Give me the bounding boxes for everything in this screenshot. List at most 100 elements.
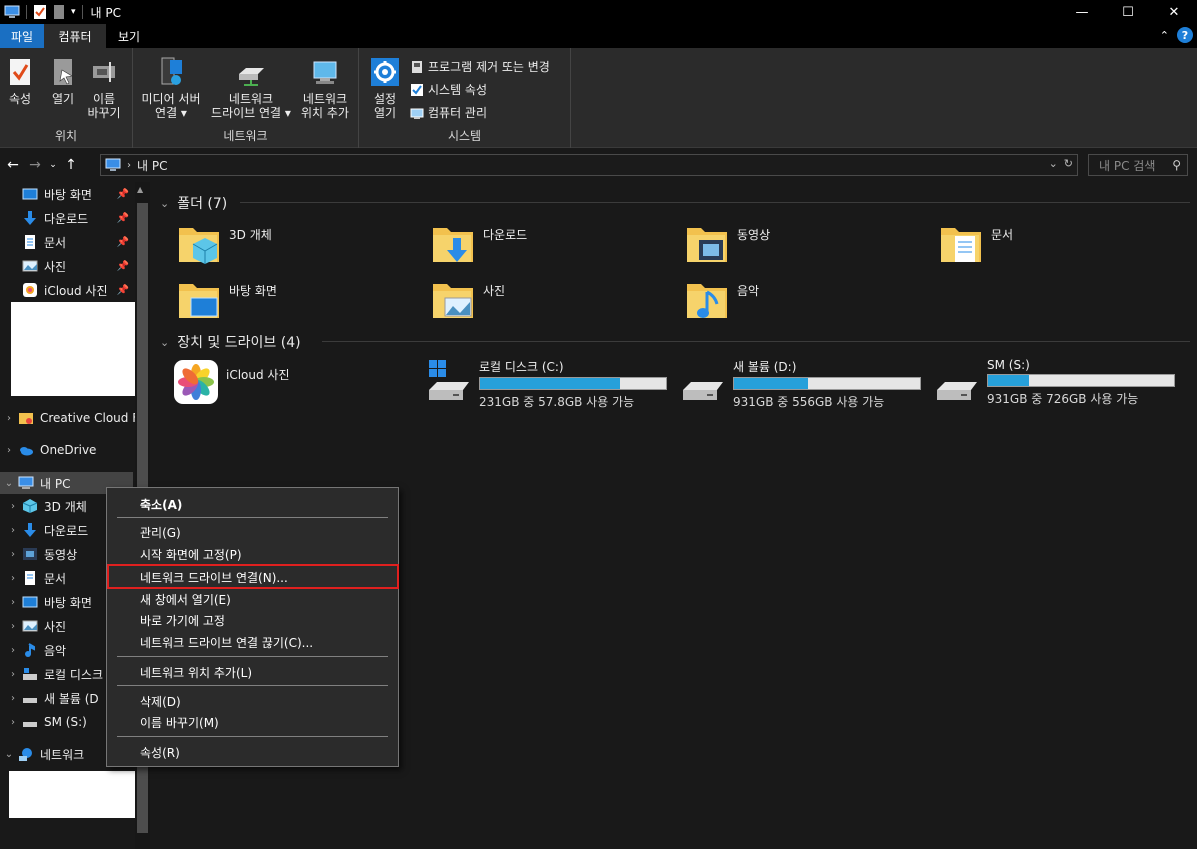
- search-input[interactable]: 내 PC 검색 ⚲: [1088, 154, 1188, 176]
- media-server-icon: [161, 57, 182, 85]
- menu-item-pin-to-start[interactable]: 시작 화면에 고정(P): [140, 546, 242, 563]
- pin-icon[interactable]: 📌: [117, 213, 129, 224]
- drive-new-volume-d[interactable]: 새 볼륨 (D:) 931GB 중 556GB 사용 가능: [681, 358, 921, 410]
- media-server-button[interactable]: 미디어 서버 연결 ▾: [138, 56, 204, 120]
- breadcrumb-separator-icon[interactable]: ›: [127, 160, 131, 171]
- nav-item-3d-objects[interactable]: › 3D 개체: [8, 495, 87, 517]
- up-button[interactable]: ↑: [60, 157, 82, 173]
- folder-3d-objects[interactable]: 3D 개체: [177, 222, 272, 266]
- nav-item-downloads[interactable]: 다운로드 📌: [18, 207, 133, 229]
- address-bar[interactable]: › 내 PC ⌄ ↻: [100, 154, 1078, 176]
- folders-section-header[interactable]: ⌄ 폴더 (7): [160, 193, 227, 213]
- document-icon: [25, 571, 35, 585]
- menu-item-open-new-window[interactable]: 새 창에서 열기(E): [140, 591, 231, 608]
- tab-computer[interactable]: 컴퓨터: [44, 24, 106, 48]
- collapse-chevron-icon[interactable]: ⌄: [4, 749, 14, 760]
- menu-item-add-network-location[interactable]: 네트워크 위치 추가(L): [140, 664, 252, 681]
- nav-item-pc-documents[interactable]: › 문서: [8, 567, 66, 589]
- expand-chevron-icon[interactable]: ›: [4, 445, 14, 456]
- nav-item-desktop[interactable]: 바탕 화면 📌: [18, 183, 133, 205]
- nav-item-this-pc[interactable]: ⌄ 내 PC: [4, 472, 70, 494]
- menu-item-delete[interactable]: 삭제(D): [140, 693, 181, 710]
- expand-chevron-icon[interactable]: ›: [8, 645, 18, 656]
- collapse-chevron-icon[interactable]: ⌄: [160, 336, 169, 349]
- system-properties-button[interactable]: 시스템 속성: [410, 81, 487, 98]
- expand-chevron-icon[interactable]: ›: [8, 717, 18, 728]
- folder-downloads[interactable]: 다운로드: [431, 222, 527, 266]
- nav-item-videos[interactable]: › 동영상: [8, 543, 77, 565]
- open-button[interactable]: 열기: [47, 56, 79, 106]
- expand-chevron-icon[interactable]: ›: [8, 525, 18, 536]
- nav-item-creative-cloud[interactable]: › Creative Cloud Fil: [4, 407, 145, 429]
- folder-music[interactable]: 음악: [685, 278, 759, 322]
- menu-item-rename[interactable]: 이름 바꾸기(M): [140, 714, 219, 731]
- tab-view[interactable]: 보기: [106, 24, 152, 48]
- menu-item-collapse[interactable]: 축소(A): [140, 496, 182, 513]
- expand-chevron-icon[interactable]: ›: [8, 501, 18, 512]
- open-settings-button[interactable]: 설정 열기: [367, 56, 403, 120]
- pin-icon[interactable]: 📌: [117, 189, 129, 200]
- computer-management-button[interactable]: 컴퓨터 관리: [410, 104, 487, 121]
- properties-button[interactable]: 속성: [4, 56, 36, 106]
- drive-local-c[interactable]: 로컬 디스크 (C:) 231GB 중 57.8GB 사용 가능: [427, 358, 667, 410]
- map-network-drive-button[interactable]: 네트워크 드라이브 연결 ▾: [207, 56, 295, 120]
- drives-section-header[interactable]: ⌄ 장치 및 드라이브 (4): [160, 332, 301, 352]
- pin-icon[interactable]: 📌: [117, 285, 129, 296]
- expand-chevron-icon[interactable]: ›: [8, 573, 18, 584]
- folder-pictures[interactable]: 사진: [431, 278, 505, 322]
- collapse-ribbon-icon[interactable]: ⌃: [1160, 29, 1169, 42]
- recent-locations-chevron-icon[interactable]: ⌄: [46, 160, 60, 170]
- menu-item-disconnect-network-drive[interactable]: 네트워크 드라이브 연결 끊기(C)...: [140, 634, 313, 651]
- nav-item-icloud-photos[interactable]: iCloud 사진 📌: [18, 279, 133, 301]
- address-dropdown-chevron-icon[interactable]: ⌄: [1049, 157, 1058, 170]
- folder-videos[interactable]: 동영상: [685, 222, 770, 266]
- collapse-chevron-icon[interactable]: ⌄: [160, 197, 169, 210]
- nav-item-sm-drive[interactable]: › SM (S:): [8, 711, 87, 733]
- pin-icon[interactable]: 📌: [117, 237, 129, 248]
- expand-chevron-icon[interactable]: ›: [8, 597, 18, 608]
- nav-item-new-volume[interactable]: › 새 볼륨 (D: [8, 687, 99, 709]
- nav-item-pc-pictures[interactable]: › 사진: [8, 615, 66, 637]
- separator: [26, 5, 27, 19]
- properties-qa-icon[interactable]: [33, 4, 47, 20]
- nav-item-music[interactable]: › 음악: [8, 639, 66, 661]
- expand-chevron-icon[interactable]: ›: [4, 413, 14, 424]
- rename-button[interactable]: 이름 바꾸기: [86, 56, 122, 120]
- pin-icon[interactable]: 📌: [117, 261, 129, 272]
- customize-qa-chevron-icon[interactable]: ▾: [71, 7, 76, 17]
- nav-item-local-disk[interactable]: › 로컬 디스크: [8, 663, 103, 685]
- menu-item-manage[interactable]: 관리(G): [140, 524, 181, 541]
- drive-sm-s[interactable]: SM (S:) 931GB 중 726GB 사용 가능: [935, 358, 1175, 407]
- breadcrumb-this-pc[interactable]: 내 PC: [137, 157, 167, 174]
- forward-button[interactable]: →: [24, 157, 46, 173]
- nav-item-pc-desktop[interactable]: › 바탕 화면: [8, 591, 92, 613]
- nav-item-network[interactable]: ⌄ 네트워크: [4, 743, 84, 765]
- expand-chevron-icon[interactable]: ›: [8, 621, 18, 632]
- nav-item-pc-downloads[interactable]: › 다운로드: [8, 519, 88, 541]
- maximize-button[interactable]: ☐: [1105, 0, 1151, 24]
- close-button[interactable]: ✕: [1151, 0, 1197, 24]
- device-icloud-photos[interactable]: iCloud 사진: [174, 360, 290, 404]
- add-network-location-button[interactable]: 네트워크 위치 추가: [297, 56, 353, 120]
- folder-desktop[interactable]: 바탕 화면: [177, 278, 277, 322]
- nav-item-onedrive[interactable]: › OneDrive: [4, 439, 96, 461]
- folder-documents[interactable]: 문서: [939, 222, 1013, 266]
- nav-item-documents[interactable]: 문서 📌: [18, 231, 133, 253]
- properties-label: 속성: [8, 92, 32, 106]
- collapse-chevron-icon[interactable]: ⌄: [4, 478, 14, 489]
- refresh-icon[interactable]: ↻: [1064, 157, 1073, 170]
- back-button[interactable]: ←: [2, 157, 24, 173]
- expand-chevron-icon[interactable]: ›: [8, 549, 18, 560]
- minimize-button[interactable]: —: [1059, 0, 1105, 24]
- new-folder-qa-icon[interactable]: [53, 4, 65, 20]
- expand-chevron-icon[interactable]: ›: [8, 669, 18, 680]
- nav-item-pictures[interactable]: 사진 📌: [18, 255, 133, 277]
- scroll-up-arrow-icon[interactable]: ▲: [137, 185, 143, 194]
- menu-item-map-network-drive[interactable]: 네트워크 드라이브 연결(N)...: [140, 569, 288, 586]
- uninstall-program-button[interactable]: 프로그램 제거 또는 변경: [410, 58, 550, 75]
- help-icon[interactable]: ?: [1177, 27, 1193, 43]
- menu-item-properties[interactable]: 속성(R): [140, 744, 180, 761]
- menu-item-pin-quick-access[interactable]: 바로 가기에 고정: [140, 612, 225, 629]
- tab-file[interactable]: 파일: [0, 24, 44, 48]
- expand-chevron-icon[interactable]: ›: [8, 693, 18, 704]
